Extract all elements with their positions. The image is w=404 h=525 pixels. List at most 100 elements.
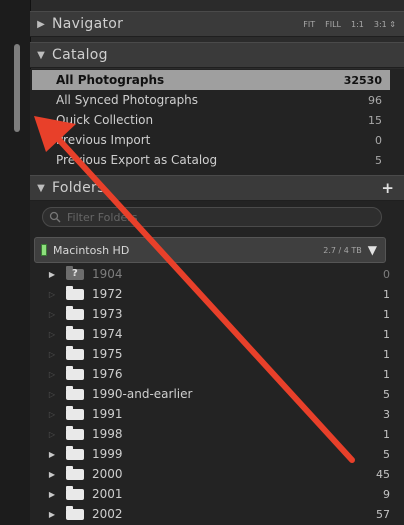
search-icon (49, 211, 61, 223)
folders-title: Folders (52, 180, 105, 196)
folder-count: 57 (376, 507, 390, 521)
zoom-1-1-button[interactable]: 1:1 (351, 20, 364, 29)
expand-triangle-icon[interactable]: ▶ (44, 270, 60, 279)
folder-count: 1 (383, 307, 390, 321)
folder-name: 1990-and-earlier (92, 387, 193, 401)
folder-count: 5 (383, 387, 390, 401)
folder-row[interactable]: ▷ 1973 1 (30, 304, 390, 324)
folder-row[interactable]: ▷ 1974 1 (30, 324, 390, 344)
folder-name: 1999 (92, 447, 123, 461)
folder-icon (66, 465, 84, 480)
folder-count: 1 (383, 327, 390, 341)
folder-row[interactable]: ▶ 2000 45 (30, 464, 390, 484)
folder-icon (66, 305, 84, 320)
folder-icon (66, 345, 84, 360)
catalog-item-label: All Photographs (56, 73, 165, 87)
navigator-header[interactable]: ▶ Navigator FIT FILL 1:1 3:1 ⇕ (30, 11, 404, 37)
folder-count: 1 (383, 367, 390, 381)
folder-icon (66, 325, 84, 340)
left-scroll-gutter (0, 0, 31, 525)
catalog-header[interactable]: ▼ Catalog (30, 42, 404, 68)
folder-row[interactable]: ▷ 1991 3 (30, 404, 390, 424)
zoom-fill-button[interactable]: FILL (325, 20, 341, 29)
catalog-item-previous-import[interactable]: Previous Import 0 (32, 130, 390, 150)
expand-triangle-icon: ▷ (48, 329, 56, 339)
catalog-item-quick-collection[interactable]: Quick Collection 15 (32, 110, 390, 130)
expand-triangle-icon[interactable]: ▶ (44, 490, 60, 499)
catalog-item-label: Quick Collection (56, 113, 154, 127)
catalog-item-count: 0 (375, 133, 382, 147)
folder-name: 1972 (92, 287, 123, 301)
folder-icon (66, 445, 84, 460)
folder-name: 1904 (92, 267, 123, 281)
scrollbar-thumb[interactable] (14, 44, 20, 132)
folder-row[interactable]: ▷ 1975 1 (30, 344, 390, 364)
folder-row[interactable]: ▶ ? 1904 0 (30, 264, 390, 284)
expand-triangle-icon: ▷ (48, 389, 56, 399)
expand-triangle-icon: ▷ (48, 369, 56, 379)
volume-status-icon (41, 244, 47, 256)
catalog-title: Catalog (52, 47, 108, 63)
navigator-zoom-controls: FIT FILL 1:1 3:1 ⇕ (303, 20, 396, 29)
folder-count: 9 (383, 487, 390, 501)
collapse-triangle-icon[interactable]: ▼ (30, 183, 52, 194)
collapse-triangle-icon[interactable]: ▼ (30, 50, 52, 61)
folder-name: 1998 (92, 427, 123, 441)
folders-header[interactable]: ▼ Folders + (30, 175, 404, 201)
filter-placeholder: Filter Folders (67, 210, 138, 224)
expand-triangle-icon[interactable]: ▶ (44, 470, 60, 479)
expand-triangle-icon[interactable]: ▶ (44, 510, 60, 519)
folder-count: 1 (383, 287, 390, 301)
folder-icon (66, 505, 84, 520)
folder-name: 1991 (92, 407, 123, 421)
volume-header-macintosh-hd[interactable]: Macintosh HD 2.7 / 4 TB ▼ (34, 237, 386, 263)
expand-triangle-icon: ▷ (48, 429, 56, 439)
folder-name: 2001 (92, 487, 123, 501)
folder-row[interactable]: ▷ 1976 1 (30, 364, 390, 384)
expand-triangle-icon: ▷ (48, 309, 56, 319)
folder-icon (66, 425, 84, 440)
volume-size: 2.7 / 4 TB (323, 245, 362, 255)
folder-count: 1 (383, 347, 390, 361)
expand-triangle-icon[interactable]: ▶ (30, 19, 52, 30)
filter-folders-input[interactable]: Filter Folders (42, 207, 382, 227)
expand-triangle-icon: ▷ (48, 349, 56, 359)
navigator-title: Navigator (52, 16, 124, 32)
volume-name: Macintosh HD (53, 243, 130, 257)
dropdown-triangle-icon[interactable]: ▼ (368, 243, 377, 257)
folder-name: 1974 (92, 327, 123, 341)
catalog-list: All Photographs 32530 All Synced Photogr… (30, 69, 404, 175)
folder-row[interactable]: ▷ 1990-and-earlier 5 (30, 384, 390, 404)
catalog-item-count: 15 (368, 113, 382, 127)
folder-missing-icon: ? (66, 265, 84, 280)
zoom-custom-select[interactable]: 3:1 ⇕ (374, 20, 396, 29)
folder-name: 2000 (92, 467, 123, 481)
folder-row[interactable]: ▷ 1998 1 (30, 424, 390, 444)
folder-count: 3 (383, 407, 390, 421)
folders-panel: Filter Folders Macintosh HD 2.7 / 4 TB ▼… (30, 201, 404, 525)
zoom-fit-button[interactable]: FIT (303, 20, 315, 29)
catalog-item-count: 5 (375, 153, 382, 167)
folder-icon (66, 365, 84, 380)
folder-count: 1 (383, 427, 390, 441)
folder-row[interactable]: ▷ 1972 1 (30, 284, 390, 304)
folder-name: 1975 (92, 347, 123, 361)
folder-icon (66, 285, 84, 300)
folder-icon (66, 385, 84, 400)
folder-count: 5 (383, 447, 390, 461)
catalog-item-label: All Synced Photographs (56, 93, 199, 107)
folder-row[interactable]: ▶ 2001 9 (30, 484, 390, 504)
add-folder-icon[interactable]: + (381, 179, 394, 197)
expand-triangle-icon: ▷ (48, 289, 56, 299)
folder-name: 1976 (92, 367, 123, 381)
folder-icon (66, 485, 84, 500)
folder-row[interactable]: ▶ 2002 57 (30, 504, 390, 524)
catalog-item-all-synced-photographs[interactable]: All Synced Photographs 96 (32, 90, 390, 110)
expand-triangle-icon: ▷ (48, 409, 56, 419)
folder-row[interactable]: ▶ 1999 5 (30, 444, 390, 464)
expand-triangle-icon[interactable]: ▶ (44, 450, 60, 459)
catalog-item-count: 96 (368, 93, 382, 107)
catalog-item-all-photographs[interactable]: All Photographs 32530 (32, 70, 390, 90)
catalog-item-previous-export[interactable]: Previous Export as Catalog 5 (32, 150, 390, 170)
folder-name: 2002 (92, 507, 123, 521)
